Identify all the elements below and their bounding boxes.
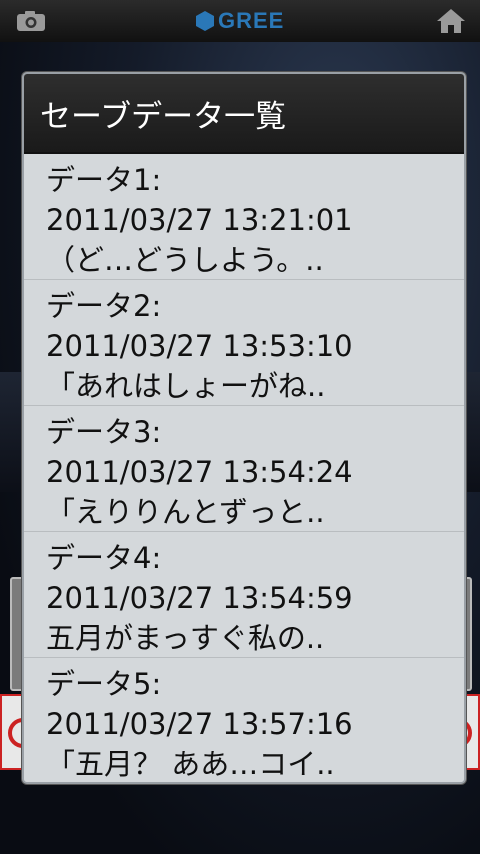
save-slot-datetime: 2011/03/27 13:54:24	[46, 455, 353, 489]
gree-logo[interactable]: GREE	[196, 8, 284, 34]
save-slot-4[interactable]: データ4: 2011/03/27 13:54:59 五月がまっすぐ私の..	[24, 532, 464, 658]
camera-icon[interactable]	[16, 10, 46, 32]
save-slot-preview: 五月がまっすぐ私の..	[46, 621, 325, 655]
save-slot-preview: 「五月？ ああ…コイ..	[46, 747, 335, 781]
top-bar: GREE	[0, 0, 480, 43]
save-data-dialog: セーブデータ一覧 データ1: 2011/03/27 13:21:01 （ど…どう…	[22, 72, 466, 784]
save-slot-datetime: 2011/03/27 13:57:16	[46, 707, 353, 741]
save-slot-label: データ2:	[46, 289, 162, 323]
save-slot-preview: 「あれはしょーがね..	[46, 369, 326, 403]
save-slot-label: データ4:	[46, 541, 162, 575]
save-slot-datetime: 2011/03/27 13:54:59	[46, 581, 353, 615]
save-slot-preview: 「えりりんとずっと..	[46, 495, 325, 529]
gree-brand-text: GREE	[218, 8, 285, 33]
save-slot-datetime: 2011/03/27 13:21:01	[46, 203, 353, 237]
home-icon[interactable]	[436, 8, 466, 34]
save-slot-5[interactable]: データ5: 2011/03/27 13:57:16 「五月？ ああ…コイ..	[24, 658, 464, 782]
save-slot-2[interactable]: データ2: 2011/03/27 13:53:10 「あれはしょーがね..	[24, 280, 464, 406]
save-slot-label: データ5:	[46, 667, 162, 701]
save-slot-preview: （ど…どうしよう。..	[46, 243, 324, 277]
dialog-title: セーブデータ一覧	[24, 74, 464, 154]
save-slot-label: データ1:	[46, 163, 162, 197]
save-slot-3[interactable]: データ3: 2011/03/27 13:54:24 「えりりんとずっと..	[24, 406, 464, 532]
save-slot-1[interactable]: データ1: 2011/03/27 13:21:01 （ど…どうしよう。..	[24, 154, 464, 280]
save-slot-datetime: 2011/03/27 13:53:10	[46, 329, 353, 363]
save-data-list: データ1: 2011/03/27 13:21:01 （ど…どうしよう。.. デー…	[24, 154, 464, 782]
gree-hexagon-icon	[196, 11, 214, 31]
save-slot-label: データ3:	[46, 415, 162, 449]
